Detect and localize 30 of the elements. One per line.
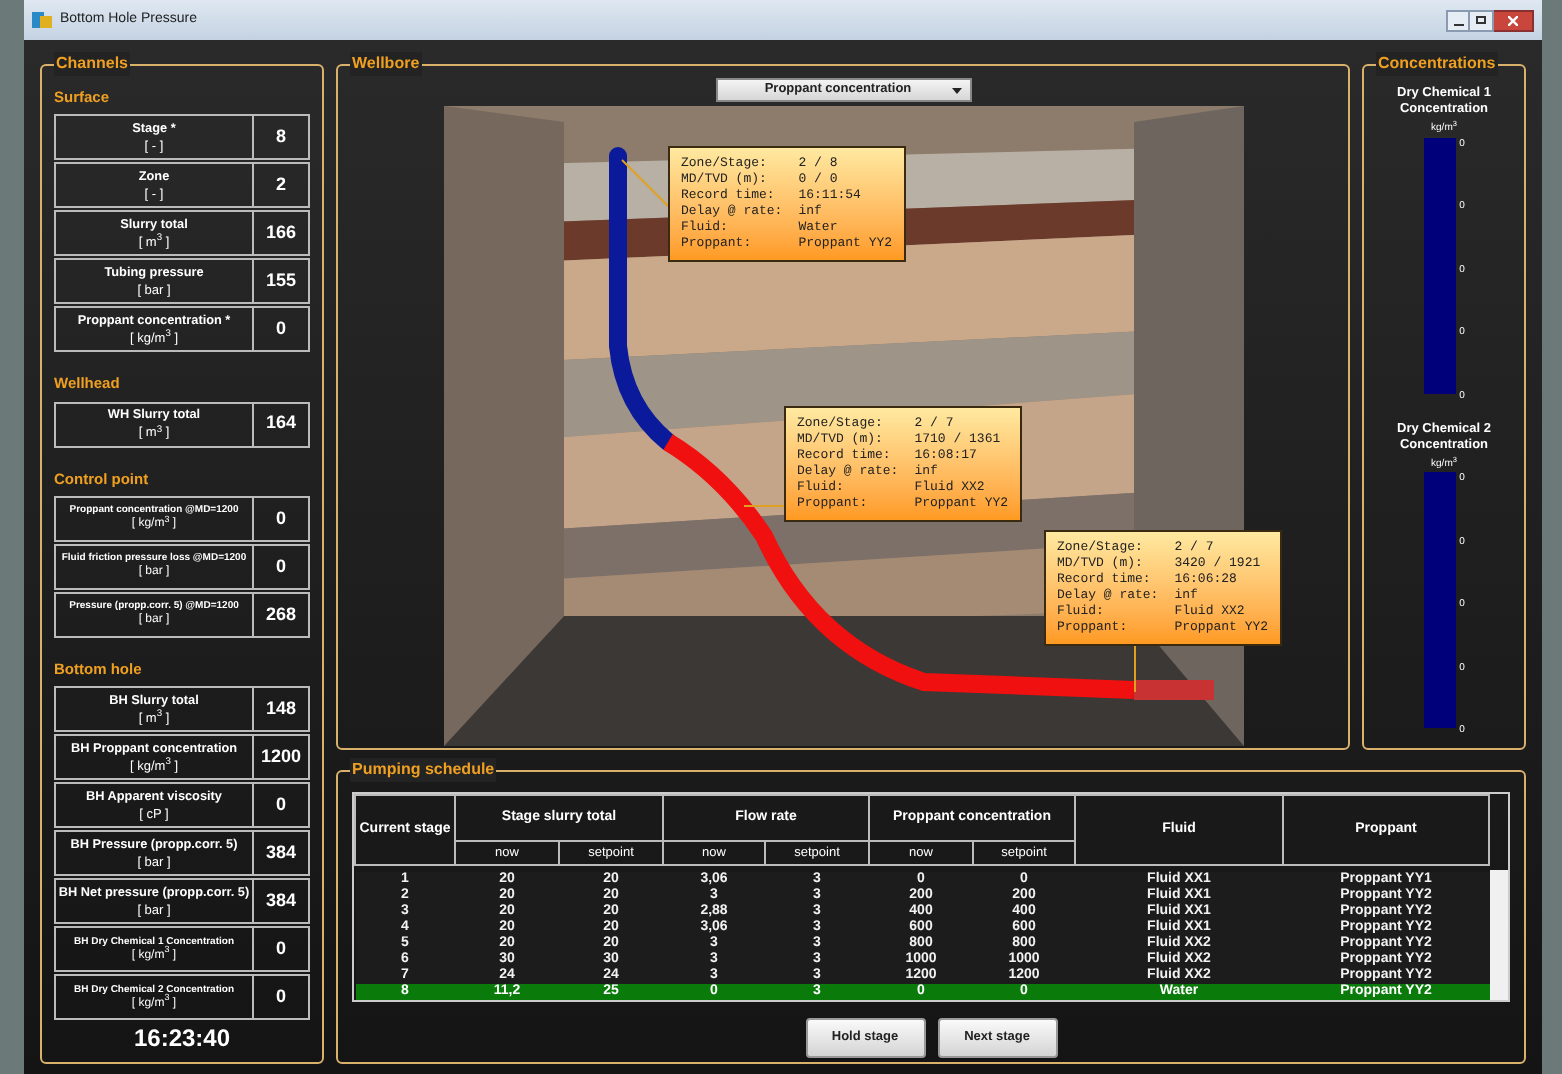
close-icon bbox=[1508, 15, 1518, 25]
close-button[interactable] bbox=[1494, 9, 1534, 31]
panel-title: Concentrations bbox=[1376, 52, 1498, 76]
channel-value: 155 bbox=[265, 268, 297, 294]
channel-value: 8 bbox=[275, 124, 286, 150]
app-icon bbox=[32, 10, 52, 30]
channel-value: 148 bbox=[265, 695, 297, 722]
clock-time: 16:23:40 bbox=[133, 1022, 231, 1056]
channel-value: 164 bbox=[265, 410, 297, 437]
panel-title: Channels bbox=[54, 52, 131, 76]
channel-value: 268 bbox=[265, 601, 297, 627]
channel-value: 0 bbox=[275, 791, 286, 818]
channel-value: 166 bbox=[265, 220, 297, 246]
channel-value: 0 bbox=[275, 553, 286, 579]
channel-value: 384 bbox=[265, 839, 297, 866]
channel-value: 0 bbox=[275, 983, 286, 1010]
caret-icon bbox=[951, 87, 961, 93]
leader-line bbox=[743, 500, 785, 512]
channel-value: 384 bbox=[265, 887, 297, 914]
panel-title: Pumping schedule bbox=[350, 758, 497, 782]
maximize-button[interactable] bbox=[1470, 9, 1494, 31]
channel-value: 0 bbox=[275, 505, 286, 531]
leader-line bbox=[619, 158, 671, 210]
channel-value: 0 bbox=[275, 316, 286, 342]
channel-value: 0 bbox=[275, 935, 286, 962]
channel-value: 1200 bbox=[260, 743, 302, 770]
scrollbar[interactable] bbox=[1490, 870, 1508, 999]
channel-value: 2 bbox=[275, 172, 286, 198]
minimize-button[interactable] bbox=[1446, 9, 1470, 31]
panel-title: Wellbore bbox=[350, 52, 422, 76]
